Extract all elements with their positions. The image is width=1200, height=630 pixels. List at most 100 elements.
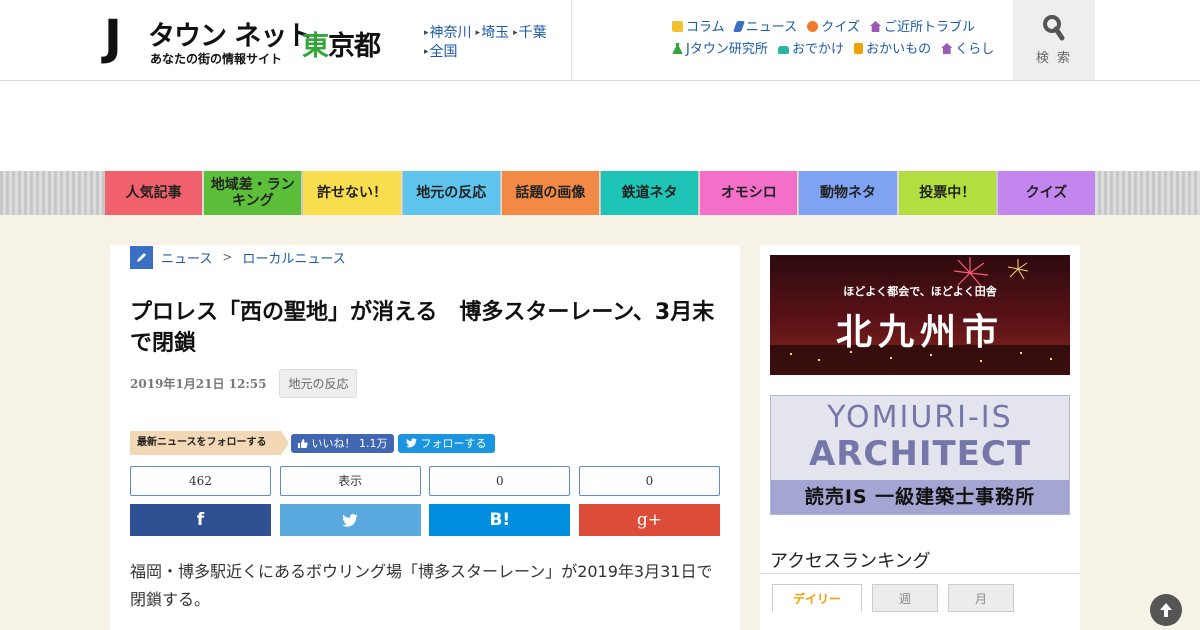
hatena-bookmark-button[interactable]: B! (429, 504, 571, 536)
ad-space (0, 81, 1200, 171)
category-label: おでかけ (791, 42, 844, 57)
sidebar: ほどよく都会で、ほどよく田舎 北九州市 YOMIURI-IS ARCHITECT… (760, 245, 1080, 630)
category-link-odekake[interactable]: おでかけ (777, 42, 844, 57)
share-twitter: 表示 (279, 466, 421, 536)
category-link-trouble[interactable]: ご近所トラブル (870, 20, 975, 35)
ranking-tab-monthly[interactable]: 月 (948, 584, 1014, 612)
home-icon (941, 43, 953, 54)
category-label: ニュース (745, 20, 798, 35)
category-links: コラム ニュース クイズ ご近所トラブル Jタウン研究所 おでかけ おかいもの … (672, 17, 994, 61)
category-label: クイズ (821, 20, 860, 35)
share-buttons: 462 f 表示 0 B! 0 g+ (130, 466, 720, 536)
ranking-title: アクセスランキング (770, 551, 931, 572)
ranking-tab-weekly[interactable]: 週 (872, 584, 938, 612)
nav-tab-railway[interactable]: 鉄道ネタ (601, 171, 699, 215)
search-icon (1043, 15, 1065, 41)
region-link-chiba[interactable]: 千葉 (513, 25, 547, 41)
site-logo[interactable]: J タウン ネット あなたの街の情報サイト (104, 10, 313, 68)
nav-tab-ranking[interactable]: 地域差・ランキング (204, 171, 302, 215)
category-link-news[interactable]: ニュース (732, 20, 798, 35)
nav-tab-label: 話題の画像 (515, 185, 586, 201)
nav-tab-animals[interactable]: 動物ネタ (799, 171, 897, 215)
house-icon (870, 21, 882, 32)
search-button[interactable]: 検 索 (1013, 0, 1095, 80)
category-link-column[interactable]: コラム (672, 20, 725, 35)
bag-icon (854, 43, 864, 54)
twitter-follow-label: フォローする (420, 436, 487, 450)
twitter-bird-icon (405, 438, 417, 448)
nav-tab-label: 許せない！ (317, 185, 387, 201)
article-lead: 福岡・博多駅近くにあるボウリング場「博多スターレーン」が2019年3月31日で閉… (130, 562, 713, 609)
ranking-tab-daily[interactable]: デイリー (772, 584, 862, 612)
banner2-line1: YOMIURI-IS (827, 400, 1013, 435)
nav-tab-quiz[interactable]: クイズ (997, 171, 1096, 215)
share-google-plus: 0 g+ (578, 466, 720, 536)
banner-city-name: 北九州市 (835, 311, 1004, 353)
follow-bar: 最新ニュースをフォローする いいね！ 1.1万 フォローする (130, 431, 495, 455)
facebook-like-button[interactable]: いいね！ 1.1万 (290, 433, 394, 453)
google-plus-share-button[interactable]: g+ (578, 504, 720, 536)
kitakyushu-banner[interactable]: ほどよく都会で、ほどよく田舎 北九州市 (770, 255, 1070, 375)
car-icon (777, 46, 789, 54)
category-nav: 人気記事 地域差・ランキング 許せない！ 地元の反応 話題の画像 鉄道ネタ オモ… (105, 171, 1096, 215)
share-hatena: 0 B! (429, 466, 571, 536)
quiz-icon (807, 21, 819, 32)
twitter-bird-icon (342, 513, 358, 527)
twitter-follow-button[interactable]: フォローする (397, 433, 495, 453)
nav-tab-unforgivable[interactable]: 許せない！ (303, 171, 401, 215)
article-tag[interactable]: 地元の反応 (279, 369, 358, 398)
logo-subtitle: あなたの街の情報サイト (150, 52, 283, 66)
ranking-divider (760, 573, 1080, 574)
yomiuri-architect-banner[interactable]: YOMIURI-IS ARCHITECT 読売IS 一級建築士事務所 (770, 395, 1070, 515)
nav-tab-images[interactable]: 話題の画像 (501, 171, 600, 215)
nav-tab-label: クイズ (1025, 185, 1068, 201)
nav-tab-label: 地域差・ランキング (210, 177, 295, 209)
facebook-like-label: いいね！ 1.1万 (311, 436, 388, 450)
ranking-tabs: デイリー 週 月 (772, 584, 1014, 612)
category-label: Jタウン研究所 (686, 42, 768, 57)
region-link-kanagawa[interactable]: 神奈川 (424, 25, 472, 41)
category-link-kurashi[interactable]: くらし (941, 42, 994, 57)
category-link-okaimono[interactable]: おかいもの (854, 42, 931, 57)
category-label: くらし (955, 42, 995, 57)
header-divider (571, 0, 572, 80)
facebook-share-button[interactable]: f (130, 504, 271, 536)
prefecture-label-first: 東 (302, 31, 329, 62)
article-title: プロレス「西の聖地」が消える 博多スターレーン、3月末で閉鎖 (130, 300, 715, 356)
breadcrumb-local-news[interactable]: ローカルニュース (242, 248, 345, 267)
category-link-lab[interactable]: Jタウン研究所 (672, 42, 768, 57)
breadcrumb-news[interactable]: ニュース (161, 248, 212, 267)
nav-tab-popular[interactable]: 人気記事 (105, 171, 203, 215)
facebook-icon: f (196, 510, 205, 530)
share-facebook: 462 f (130, 466, 271, 536)
nav-tab-local-reaction[interactable]: 地元の反応 (402, 171, 500, 215)
logo-main-text: タウン ネット (148, 21, 313, 52)
search-label: 検 索 (1035, 51, 1073, 66)
pencil-icon (130, 245, 153, 269)
category-label: ご近所トラブル (884, 20, 976, 35)
logo-j-mark: J (104, 10, 122, 66)
region-link-saitama[interactable]: 埼玉 (476, 25, 510, 41)
category-label: コラム (686, 20, 725, 35)
thumbs-up-icon (297, 438, 308, 448)
nav-tab-label: 地元の反応 (416, 185, 487, 201)
share-count-google-plus: 0 (578, 466, 720, 496)
category-label: おかいもの (866, 42, 932, 57)
hatena-icon: B! (489, 510, 511, 530)
nav-tab-voting[interactable]: 投票中！ (898, 171, 996, 215)
google-plus-icon: g+ (636, 510, 663, 530)
category-link-quiz[interactable]: クイズ (807, 20, 860, 35)
share-count-facebook: 462 (130, 466, 271, 496)
article-meta: 2019年1月21日 12:55 地元の反応 (130, 369, 358, 398)
nav-tab-funny[interactable]: オモシロ (700, 171, 798, 215)
twitter-share-button[interactable] (279, 504, 421, 536)
scroll-to-top-button[interactable] (1150, 594, 1182, 626)
region-link-all[interactable]: 全国 (424, 44, 458, 60)
share-count-twitter[interactable]: 表示 (279, 466, 421, 496)
region-links: 神奈川埼玉千葉 全国 (424, 24, 564, 62)
notebook-icon (672, 21, 683, 32)
nav-tab-label: 動物ネタ (820, 185, 877, 201)
site-header: J タウン ネット あなたの街の情報サイト 東京都 神奈川埼玉千葉 全国 コラム… (0, 0, 1200, 81)
prefecture-label[interactable]: 東京都 (302, 24, 381, 63)
flask-icon (672, 43, 683, 54)
